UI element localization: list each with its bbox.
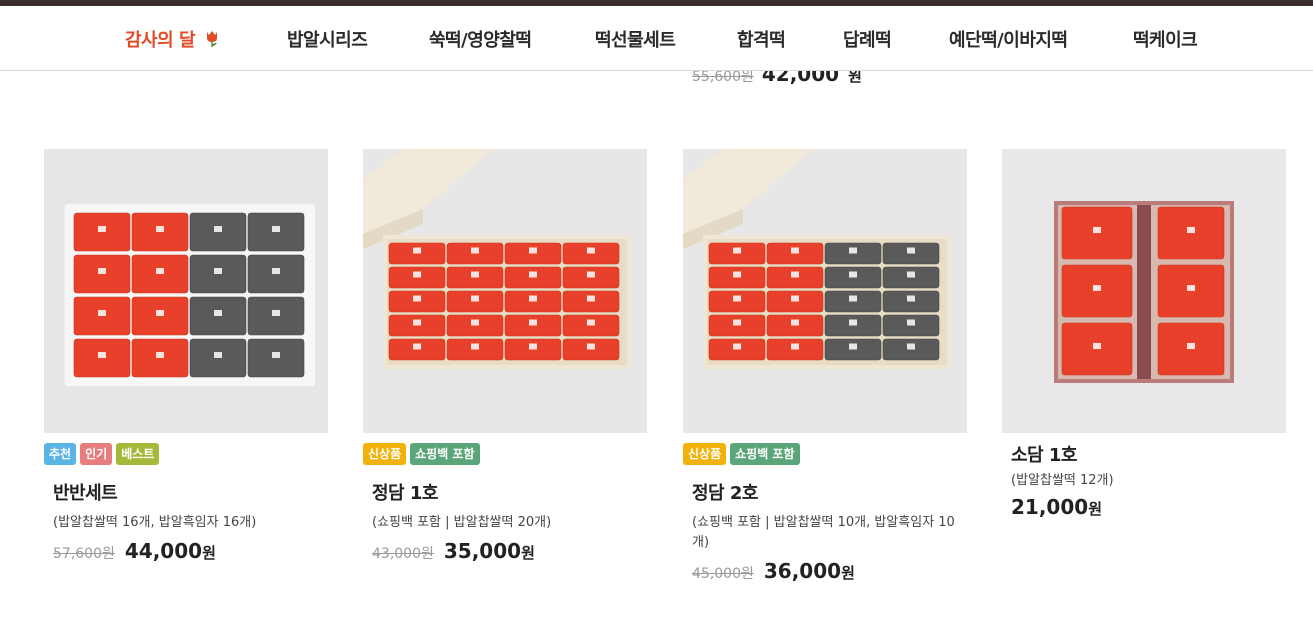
badge-recommend: 추천 — [44, 443, 77, 465]
product-name[interactable]: 정담 1호 — [372, 479, 647, 505]
nav-item-gift-set[interactable]: 떡선물세트 — [595, 26, 676, 52]
original-price: 57,600원 — [53, 546, 115, 562]
product-card-sodam-1[interactable]: 소담 1호 (밥알찹쌀떡 12개) 21,000원 — [1002, 149, 1286, 519]
product-name[interactable]: 정담 2호 — [692, 479, 967, 505]
sale-price: 36,000 — [763, 559, 842, 583]
category-nav: 감사의 달 밥알시리즈 쑥떡/영양찰떡 떡선물세트 합격떡 답례떡 예단떡/이바… — [0, 6, 1313, 71]
product-price: 21,000원 — [1011, 495, 1286, 519]
nav-item-tteok-cake[interactable]: 떡케이크 — [1133, 26, 1198, 52]
original-price: 43,000원 — [372, 546, 434, 562]
currency-unit: 원 — [1088, 500, 1102, 518]
badge-new: 신상품 — [683, 443, 727, 465]
nav-item-bapal-series[interactable]: 밥알시리즈 — [287, 26, 368, 52]
rice-cake-box-image — [1002, 149, 1286, 433]
product-description: (쇼핑백 포함 | 밥알찹쌀떡 20개) — [372, 515, 552, 530]
nav-item-return-gift[interactable]: 답례떡 — [843, 26, 892, 52]
rice-cake-box-image — [363, 149, 647, 433]
badge-popular: 인기 — [80, 443, 113, 465]
badge-shopping-bag: 쇼핑백 포함 — [730, 443, 800, 465]
product-price: 43,000원 35,000원 — [372, 539, 647, 563]
product-name[interactable]: 소담 1호 — [1011, 441, 1286, 467]
product-price: 57,600원 44,000원 — [53, 539, 328, 563]
nav-item-label: 감사의 달 — [125, 30, 196, 51]
product-image[interactable] — [1002, 149, 1286, 433]
currency-unit: 원 — [202, 544, 216, 562]
badge-new: 신상품 — [363, 443, 407, 465]
tulip-icon — [207, 31, 218, 47]
product-price: 45,000원 36,000원 — [692, 559, 967, 583]
sale-price: 44,000 — [124, 539, 203, 563]
badge-list: 신상품 쇼핑백 포함 — [363, 443, 647, 465]
original-price: 45,000원 — [692, 566, 754, 582]
product-image[interactable] — [363, 149, 647, 433]
badge-list: 추천 인기 베스트 — [44, 443, 328, 465]
product-card-banban-set[interactable]: 추천 인기 베스트 반반세트 (밥알찹쌀떡 16개, 밥알흑임자 16개) 57… — [44, 149, 328, 563]
nav-item-pass-tteok[interactable]: 합격떡 — [737, 26, 786, 52]
rice-cake-box-image — [683, 149, 967, 433]
currency-unit: 원 — [841, 564, 855, 582]
product-card-jeongdam-1[interactable]: 신상품 쇼핑백 포함 정담 1호 (쇼핑백 포함 | 밥알찹쌀떡 20개) 43… — [363, 149, 647, 563]
badge-list: 신상품 쇼핑백 포함 — [683, 443, 967, 465]
product-description: (밥알찹쌀떡 12개) — [1011, 473, 1114, 488]
product-card-jeongdam-2[interactable]: 신상품 쇼핑백 포함 정담 2호 (쇼핑백 포함 | 밥알찹쌀떡 10개, 밥알… — [683, 149, 967, 583]
product-name[interactable]: 반반세트 — [53, 479, 328, 505]
badge-best: 베스트 — [116, 443, 160, 465]
nav-item-thanks-month[interactable]: 감사의 달 — [125, 26, 219, 52]
rice-cake-box-image — [44, 149, 328, 433]
badge-shopping-bag: 쇼핑백 포함 — [410, 443, 480, 465]
nav-item-ssuk-tteok[interactable]: 쑥떡/영양찰떡 — [429, 26, 532, 52]
sale-price: 35,000 — [443, 539, 522, 563]
product-image[interactable] — [44, 149, 328, 433]
original-price: 55,600원 — [692, 69, 754, 85]
product-image[interactable] — [683, 149, 967, 433]
product-description: (밥알찹쌀떡 16개, 밥알흑임자 16개) — [53, 515, 257, 530]
currency-unit: 원 — [521, 544, 535, 562]
sale-price: 21,000 — [1011, 495, 1089, 519]
nav-item-wedding-tteok[interactable]: 예단떡/이바지떡 — [949, 26, 1068, 52]
product-description: (쇼핑백 포함 | 밥알찹쌀떡 10개, 밥알흑임자 10개) — [692, 515, 955, 550]
